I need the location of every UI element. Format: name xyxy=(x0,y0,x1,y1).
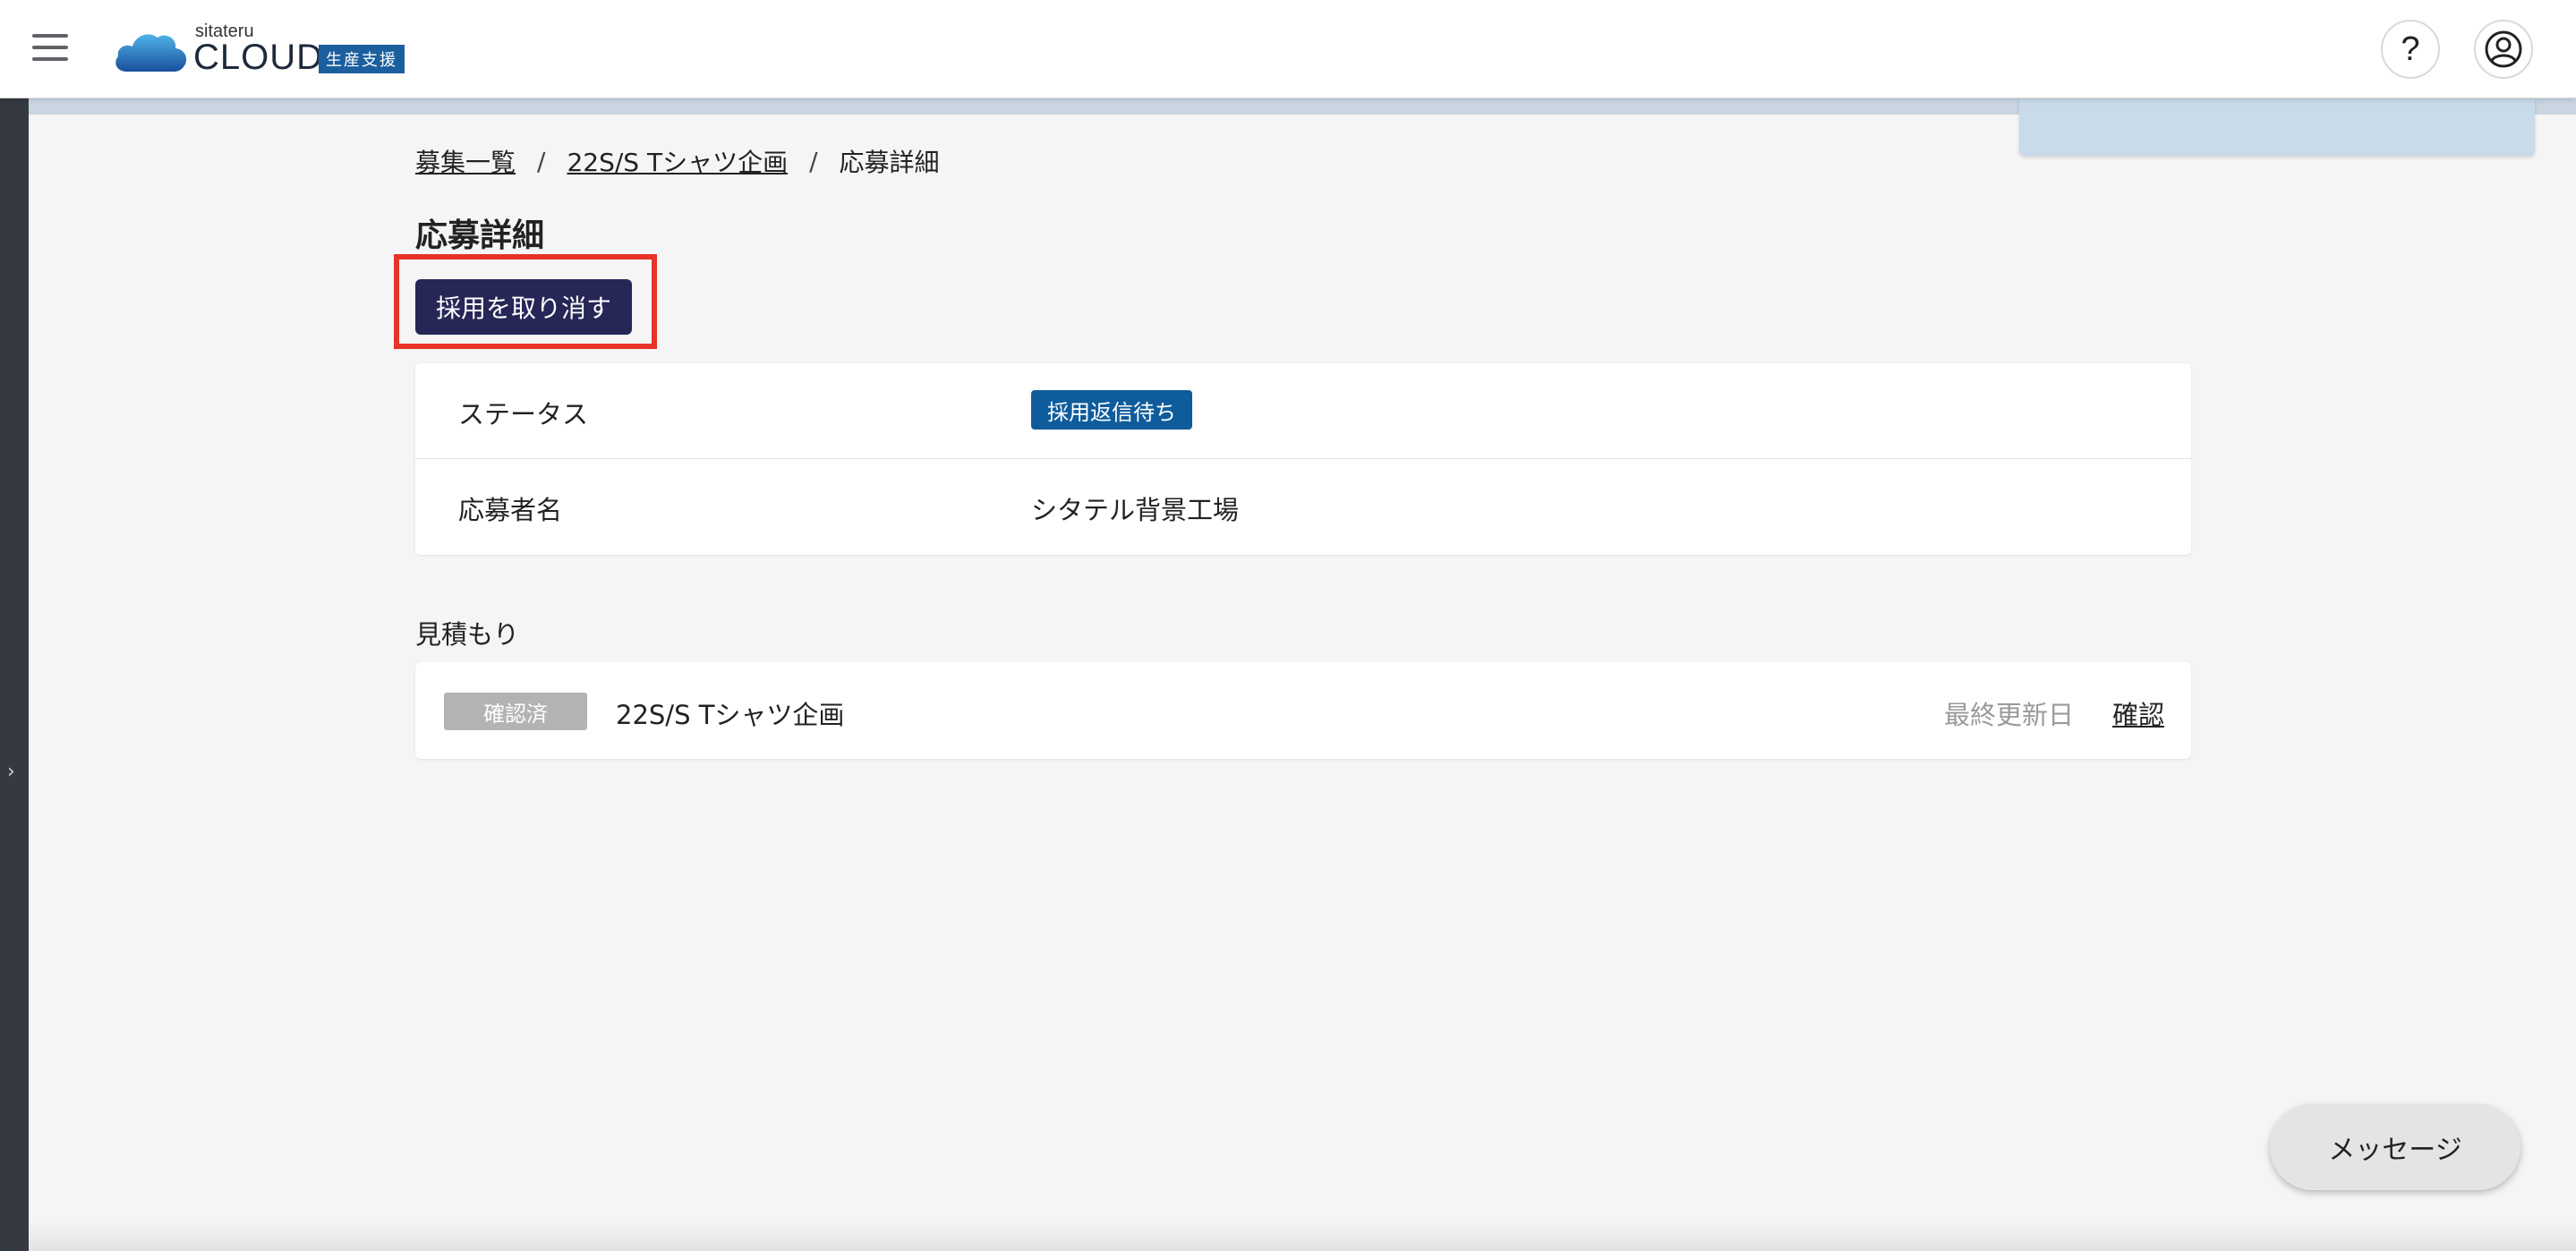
sitateru-cloud-logo[interactable]: sitateru CLOUD 生産支援 xyxy=(111,18,415,81)
confirmed-badge: 確認済 xyxy=(444,693,587,730)
breadcrumb-separator: / xyxy=(537,146,546,176)
chevron-right-icon[interactable]: › xyxy=(7,761,15,783)
page-title: 応募詳細 xyxy=(415,217,545,254)
brand-name: CLOUD xyxy=(193,38,324,77)
breadcrumb-project[interactable]: 22S/S Tシャツ企画 xyxy=(567,143,788,179)
message-button[interactable]: メッセージ xyxy=(2270,1104,2521,1190)
applicant-row: 応募者名 シタテル背景工場 xyxy=(415,459,2191,555)
user-silhouette-icon xyxy=(2485,30,2522,68)
applicant-label: 応募者名 xyxy=(458,495,563,525)
estimate-section-title: 見積もり xyxy=(415,619,520,650)
app-header: sitateru CLOUD 生産支援 ? xyxy=(0,0,2576,98)
status-row: ステータス 採用返信待ち xyxy=(415,363,2191,459)
breadcrumb: 募集一覧 / 22S/S Tシャツ企画 / 応募詳細 xyxy=(415,143,940,179)
help-glyph: ? xyxy=(2401,30,2420,68)
status-label: ステータス xyxy=(458,399,589,430)
hamburger-menu-icon[interactable] xyxy=(32,34,68,61)
estimate-card: 確認済 22S/S Tシャツ企画 最終更新日 確認 xyxy=(415,662,2191,759)
top-right-panel xyxy=(2019,98,2535,156)
user-account-icon[interactable] xyxy=(2474,20,2533,79)
bottom-shadow xyxy=(29,1221,2576,1251)
brand-tag: 生産支援 xyxy=(319,45,405,73)
breadcrumb-separator: / xyxy=(809,146,818,176)
application-info-card: ステータス 採用返信待ち 応募者名 シタテル背景工場 xyxy=(415,363,2191,555)
collapsed-sidebar[interactable]: › xyxy=(0,98,29,1251)
confirm-estimate-link[interactable]: 確認 xyxy=(2112,694,2164,732)
last-updated-label: 最終更新日 xyxy=(1944,700,2075,730)
status-badge: 採用返信待ち xyxy=(1031,390,1192,430)
help-icon[interactable]: ? xyxy=(2381,20,2440,79)
applicant-name: シタテル背景工場 xyxy=(1031,495,1240,525)
cancel-adoption-button[interactable]: 採用を取り消す xyxy=(415,279,632,335)
estimate-name: 22S/S Tシャツ企画 xyxy=(616,700,845,730)
breadcrumb-recruitment-list[interactable]: 募集一覧 xyxy=(415,143,516,179)
cloud-logo-icon xyxy=(115,34,187,72)
breadcrumb-current: 応募詳細 xyxy=(839,148,940,177)
